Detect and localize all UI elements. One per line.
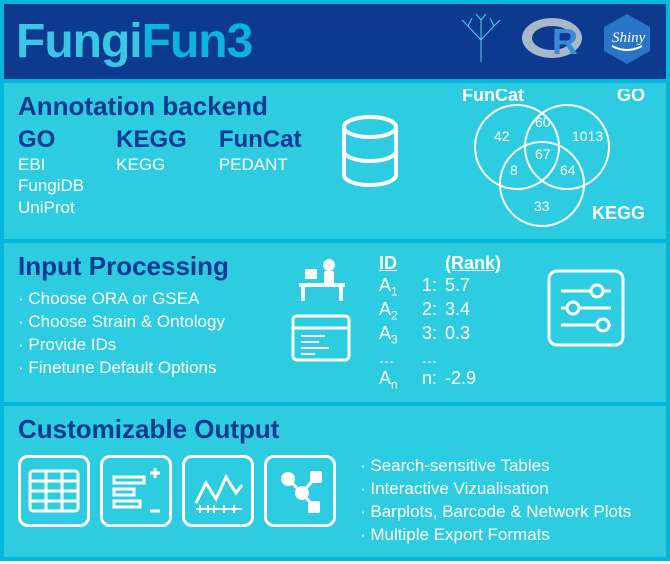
venn-label-kegg: KEGG [592, 203, 645, 223]
venn-val: 33 [534, 198, 550, 214]
table-row: A11:5.7 [379, 275, 519, 299]
poster: FungiFun3 R Shiny Annotation backend GO … [0, 0, 670, 561]
title-part2: Fun3 [142, 15, 253, 68]
col-sub: PEDANT [219, 154, 302, 175]
venn-val: 60 [535, 114, 551, 130]
shiny-logo-icon: Shiny [600, 12, 654, 71]
col-head: FunCat [219, 126, 302, 154]
zoom-chart-icon [100, 455, 172, 527]
table-row: A22:3.4 [379, 299, 519, 323]
svg-text:R: R [552, 21, 578, 62]
col-sub: UniProt [18, 197, 84, 218]
tree-logo-icon [454, 12, 508, 71]
output-bullets: Search-sensitive Tables Interactive Vizu… [360, 455, 652, 547]
r-logo-icon: R [522, 12, 586, 71]
col-sub: KEGG [116, 154, 187, 175]
person-at-desk-icon [291, 255, 351, 308]
table-icon [18, 455, 90, 527]
bullet: Choose ORA or GSEA [18, 288, 263, 311]
col-sub: EBI [18, 154, 84, 175]
bullet: Interactive Vizualisation [360, 478, 652, 501]
annotation-col-go: GO EBI FungiDB UniProt [18, 126, 84, 218]
database-icon [339, 115, 401, 192]
col-sub: FungiDB [18, 175, 84, 196]
code-window-icon [291, 314, 351, 367]
output-panel: Customizable Output Search-sensitive Tab… [4, 406, 666, 557]
col-head: KEGG [116, 126, 187, 154]
svg-text:Shiny: Shiny [612, 30, 646, 46]
venn-val: 1013 [572, 128, 603, 144]
venn-val: 67 [535, 146, 551, 162]
bullet: Finetune Default Options [18, 357, 263, 380]
header-bar: FungiFun3 R Shiny [4, 4, 666, 79]
input-title: Input Processing [18, 251, 263, 282]
col-head: GO [18, 126, 84, 154]
table-head-id: ID [379, 253, 405, 275]
annotation-panel: Annotation backend GO EBI FungiDB UniPro… [4, 83, 666, 239]
venn-val: 8 [510, 162, 518, 178]
venn-diagram: FunCat GO KEGG 42 1013 33 60 8 64 67 [432, 89, 652, 239]
app-title: FungiFun3 [16, 14, 252, 69]
table-head-rank: (Rank) [445, 253, 501, 275]
venn-val: 42 [494, 128, 510, 144]
venn-label-go: GO [617, 89, 645, 105]
header-icons: R Shiny [454, 12, 654, 71]
input-bullets: Choose ORA or GSEA Choose Strain & Ontol… [18, 288, 263, 380]
network-plot-icon [264, 455, 336, 527]
venn-val: 64 [560, 162, 576, 178]
bullet: Provide IDs [18, 334, 263, 357]
annotation-col-funcat: FunCat PEDANT [219, 126, 302, 218]
input-panel: Input Processing Choose ORA or GSEA Choo… [4, 243, 666, 402]
title-part1: Fungi [16, 15, 142, 68]
venn-label-funcat: FunCat [462, 89, 524, 105]
table-row: A33:0.3 [379, 323, 519, 347]
annotation-col-kegg: KEGG KEGG [116, 126, 187, 218]
input-example-table: ID(Rank) A11:5.7 A22:3.4 A33:0.3 ...... … [379, 253, 519, 392]
bullet: Barplots, Barcode & Network Plots [360, 501, 652, 524]
table-row: Ann:-2.9 [379, 368, 519, 392]
bullet: Choose Strain & Ontology [18, 311, 263, 334]
output-icons [18, 455, 348, 527]
barcode-plot-icon [182, 455, 254, 527]
output-title: Customizable Output [18, 414, 652, 445]
sliders-icon [547, 269, 625, 392]
bullet: Search-sensitive Tables [360, 455, 652, 478]
bullet: Multiple Export Formats [360, 524, 652, 547]
table-row: ...... [379, 347, 519, 369]
